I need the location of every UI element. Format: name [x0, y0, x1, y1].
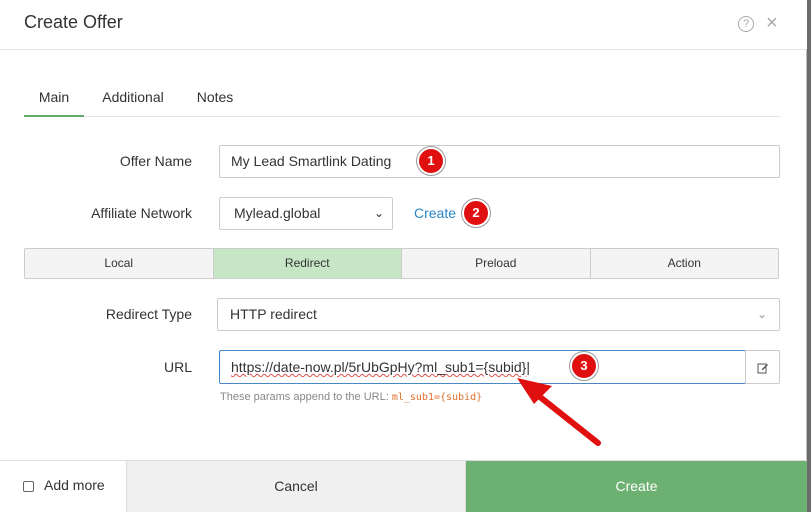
dialog-footer: Add more Cancel Create [0, 460, 807, 512]
add-more-option: Add more [0, 461, 126, 512]
affiliate-network-value: Mylead.global [234, 205, 321, 221]
dialog-title: Create Offer [24, 12, 123, 32]
chevron-down-icon: ⌄ [373, 206, 384, 220]
redirect-type-value: HTTP redirect [230, 306, 317, 322]
mode-action[interactable]: Action [591, 249, 779, 278]
edit-url-button[interactable] [745, 350, 780, 384]
dialog-header: Create Offer ? × [0, 0, 807, 50]
tab-main[interactable]: Main [24, 78, 84, 117]
offer-mode-selector: Local Redirect Preload Action [24, 248, 779, 279]
edit-icon [757, 363, 768, 374]
mode-local[interactable]: Local [25, 249, 214, 278]
tab-additional[interactable]: Additional [94, 78, 172, 117]
redirect-type-select[interactable]: HTTP redirect ⌄ [217, 298, 780, 331]
chevron-down-icon: ⌄ [756, 307, 767, 321]
offer-name-input[interactable]: My Lead Smartlink Dating [219, 145, 780, 178]
url-hint-text: These params append to the URL: [220, 391, 389, 403]
redirect-type-label: Redirect Type [105, 306, 192, 322]
mode-redirect[interactable]: Redirect [213, 249, 402, 278]
mode-preload[interactable]: Preload [402, 249, 591, 278]
url-label: URL [163, 359, 192, 375]
create-offer-dialog: Create Offer ? × Main Additional Notes O… [0, 0, 807, 512]
add-more-checkbox[interactable] [23, 481, 34, 492]
close-icon[interactable]: × [766, 13, 778, 33]
affiliate-network-select[interactable]: Mylead.global ⌄ [219, 197, 393, 230]
create-button[interactable]: Create [466, 461, 807, 512]
add-more-label[interactable]: Add more [44, 477, 105, 493]
url-value: https://date-now.pl/5rUbGpHy?ml_sub1={su… [231, 359, 527, 375]
offer-name-label: Offer Name [119, 153, 192, 169]
cancel-button[interactable]: Cancel [126, 461, 466, 512]
tab-notes[interactable]: Notes [190, 78, 240, 117]
url-input[interactable]: https://date-now.pl/5rUbGpHy?ml_sub1={su… [219, 350, 746, 384]
affiliate-network-label: Affiliate Network [91, 205, 192, 221]
help-icon[interactable]: ? [738, 16, 754, 32]
annotation-badge-3: 3 [570, 352, 598, 380]
create-network-link[interactable]: Create [414, 205, 456, 221]
annotation-badge-2: 2 [462, 199, 490, 227]
url-hint-code: ml_sub1={subid} [391, 392, 483, 403]
url-hint: These params append to the URL: ml_sub1=… [220, 391, 482, 403]
annotation-badge-1: 1 [417, 147, 445, 175]
dialog-tabs: Main Additional Notes [24, 78, 780, 117]
